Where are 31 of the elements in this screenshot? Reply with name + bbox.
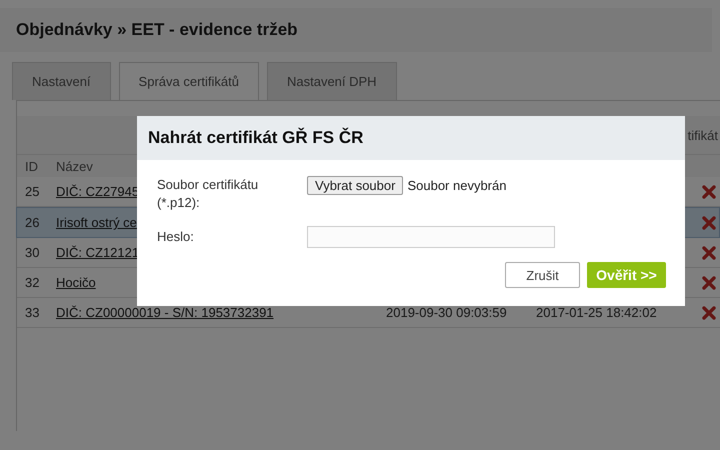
delete-icon[interactable] [702, 306, 716, 320]
tab[interactable]: Správa certifikátů [118, 62, 259, 100]
delete-icon[interactable] [702, 246, 716, 260]
id-cell-text: 25 [24, 184, 40, 199]
certificate-link[interactable]: Hocičo [56, 275, 96, 290]
tab[interactable]: Nastavení DPH [266, 62, 397, 100]
password-field[interactable] [307, 226, 555, 248]
cancel-button[interactable]: Zrušit [505, 262, 580, 288]
field-label: Heslo: [157, 228, 195, 246]
date-cell: 2017-01-25 18:42:02 [536, 305, 657, 320]
column-header: Název [56, 158, 94, 174]
certificate-link[interactable]: DIČ: CZ27945 [56, 184, 140, 199]
certificate-link[interactable]: Irisoft ostrý ce [56, 215, 137, 230]
delete-icon[interactable] [702, 184, 716, 198]
column-header: tifikát [688, 128, 719, 142]
column-header: ID [24, 158, 39, 174]
page-title: Objednávky » EET - evidence tržeb [16, 20, 298, 40]
delete-icon[interactable] [702, 216, 716, 230]
date-cell: 2019-09-30 09:03:59 [386, 305, 507, 320]
choose-file-button[interactable]: Vybrat soubor [307, 176, 404, 195]
field-label: Soubor certifikátu (*.p12): [157, 176, 260, 212]
id-cell-text: 33 [24, 305, 40, 320]
id-cell-text: 32 [24, 275, 40, 290]
id-cell-text: 30 [24, 245, 40, 260]
tab[interactable]: Nastavení [12, 62, 111, 100]
id-cell-text: 26 [24, 215, 40, 230]
certificate-link[interactable]: DIČ: CZ00000019 - S/N: 1953732391 [56, 305, 274, 320]
file-status: Soubor nevybrán [407, 178, 506, 193]
delete-icon[interactable] [702, 276, 716, 290]
certificate-link[interactable]: DIČ: CZ12121 [56, 245, 140, 260]
dialog-title: Nahrát certifikát GŘ FS ČR [148, 128, 364, 148]
